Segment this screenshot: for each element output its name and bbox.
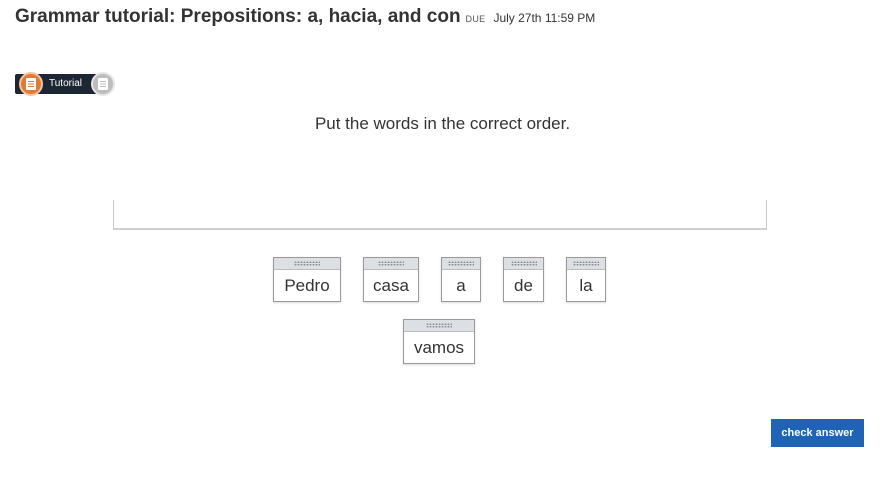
word-tile[interactable]: casa (363, 257, 419, 302)
step-tutorial[interactable] (19, 72, 43, 96)
word-tile[interactable]: Pedro (273, 257, 341, 302)
word-tile-label: de (514, 276, 533, 295)
drag-handle-icon[interactable] (404, 320, 474, 332)
word-tile[interactable]: a (441, 257, 481, 302)
document-icon (26, 78, 36, 90)
instruction-text: Put the words in the correct order. (314, 114, 571, 133)
word-tile[interactable]: vamos (403, 319, 475, 364)
due-date: July 27th 11:59 PM (493, 11, 596, 25)
drag-handle-icon[interactable] (274, 258, 340, 270)
drag-handle-icon[interactable] (364, 258, 418, 270)
document-icon (98, 78, 108, 90)
word-tile-label: la (579, 276, 593, 295)
word-tile-label: casa (373, 276, 409, 295)
word-tile[interactable]: la (566, 257, 606, 302)
word-tile-label: a (456, 276, 466, 295)
word-tile[interactable]: de (503, 257, 544, 302)
answer-drop-zone[interactable] (113, 200, 767, 230)
assignment-header: Grammar tutorial: Prepositions: a, hacia… (15, 6, 595, 30)
word-tile-label: Pedro (284, 276, 330, 295)
page-title: Grammar tutorial: Prepositions: a, hacia… (15, 6, 461, 27)
step-next[interactable] (91, 72, 115, 96)
word-tile-label: vamos (413, 338, 465, 357)
step-progress: Tutorial (15, 72, 121, 96)
drag-handle-icon[interactable] (504, 258, 543, 270)
step-label: Tutorial (49, 78, 82, 89)
drag-handle-icon[interactable] (442, 258, 480, 270)
drag-handle-icon[interactable] (567, 258, 605, 270)
check-answer-button[interactable]: check answer (771, 419, 864, 447)
due-label: DUE (465, 14, 486, 24)
